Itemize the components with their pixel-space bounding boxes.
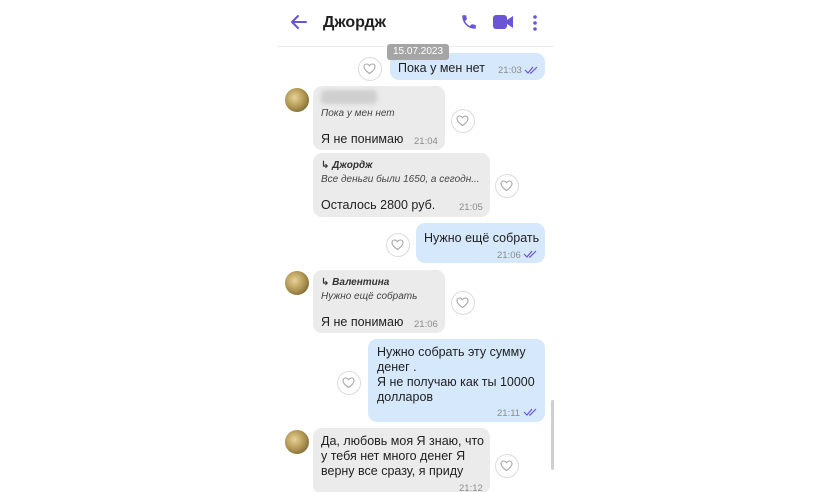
avatar[interactable] (285, 271, 309, 295)
outgoing-message[interactable]: Нужно собрать эту сумму денег . Я не пол… (368, 339, 545, 422)
date-chip: 15.07.2023 (387, 44, 450, 60)
heart-icon[interactable] (495, 454, 519, 478)
message-text: Я не понимаю (321, 132, 404, 146)
more-vertical-icon[interactable] (531, 13, 539, 33)
message-time: 21:06 (497, 250, 521, 261)
avatar[interactable] (285, 430, 309, 454)
message-text: Пока у мен нет (398, 61, 485, 75)
message-time: 21:06 (414, 319, 438, 330)
double-check-icon (523, 250, 537, 258)
message-line: Нужно собрать эту сумму (377, 345, 526, 359)
message-line: Да, любовь моя Я знаю, что (321, 434, 485, 448)
contact-name[interactable]: Джордж (323, 14, 386, 32)
avatar[interactable] (285, 88, 309, 112)
incoming-message[interactable]: Да, любовь моя Я знаю, что у тебя нет мн… (313, 428, 490, 492)
heart-icon[interactable] (358, 57, 382, 81)
outgoing-message[interactable]: Нужно ещё собрать 21:06 (416, 223, 545, 263)
quote-text: Все деньги были 1650, а сегодн... (321, 174, 480, 185)
message-time: 21:12 (459, 483, 483, 492)
heart-icon[interactable] (386, 233, 410, 257)
quote-text: Пока у мен нет (321, 108, 395, 119)
incoming-message[interactable]: ↳ Джордж Все деньги были 1650, а сегодн.… (313, 153, 490, 217)
message-line: Я не получаю как ты 10000 (377, 375, 535, 389)
chat-screen: Джордж 15.07.2023 Пока у мен нет 21:03 П… (277, 0, 554, 492)
message-line: долларов (377, 390, 434, 404)
incoming-message[interactable]: Пока у мен нет Я не понимаю 21:04 (313, 86, 445, 150)
message-text: Осталось 2800 руб. (321, 198, 436, 212)
scrollbar[interactable] (551, 400, 554, 470)
heart-icon[interactable] (451, 109, 475, 133)
message-time: 21:04 (414, 136, 438, 147)
phone-icon[interactable] (460, 13, 478, 31)
message-time: 21:05 (459, 202, 483, 213)
incoming-message[interactable]: ↳ Валентина Нужно ещё собрать Я не поним… (313, 270, 445, 333)
quote-text: Нужно ещё собрать (321, 291, 418, 302)
video-camera-icon[interactable] (492, 12, 514, 32)
blurred-quote-author (321, 90, 377, 104)
message-text: Я не понимаю (321, 315, 404, 329)
heart-icon[interactable] (451, 291, 475, 315)
message-text: Нужно ещё собрать (424, 231, 540, 245)
quote-author: ↳ Валентина (321, 277, 390, 288)
message-time: 21:11 (497, 408, 521, 419)
heart-icon[interactable] (337, 371, 361, 395)
message-line: верну все сразу, я приду (321, 464, 464, 478)
message-line: денег . (377, 360, 417, 374)
quote-author: ↳ Джордж (321, 160, 373, 171)
heart-icon[interactable] (495, 174, 519, 198)
double-check-icon (524, 66, 538, 74)
message-line: у тебя нет много денег Я (321, 449, 466, 463)
chat-header: Джордж (277, 0, 554, 47)
double-check-icon (523, 408, 537, 416)
back-arrow-icon[interactable] (289, 12, 309, 32)
message-time: 21:03 (498, 65, 522, 76)
